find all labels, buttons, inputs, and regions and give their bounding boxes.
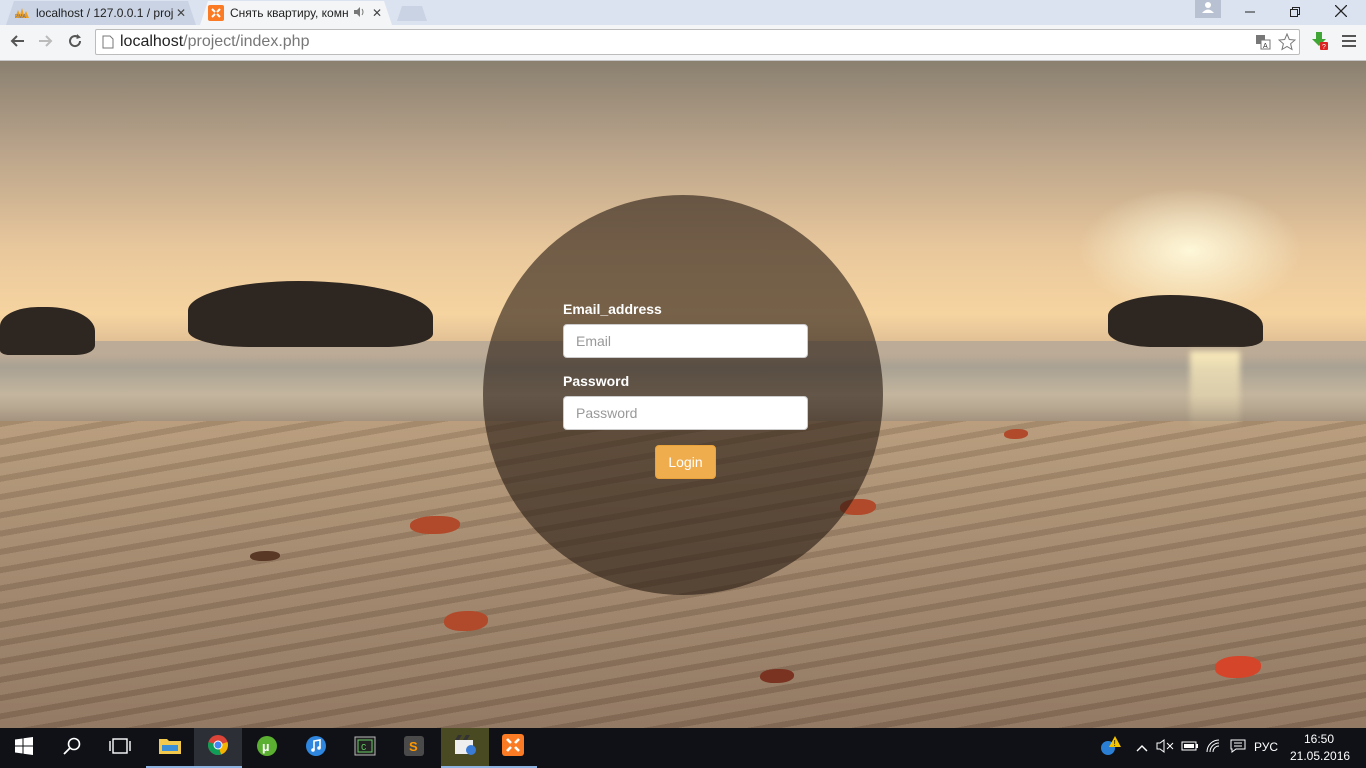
xampp-icon [502, 733, 524, 761]
taskbar-itunes[interactable] [292, 728, 340, 768]
browser-toolbar: localhost/project/index.php A ? [0, 25, 1366, 61]
battery-button[interactable] [1180, 738, 1200, 758]
tab-title: Снять квартиру, комн [230, 6, 349, 20]
tab-active[interactable]: Снять квартиру, комн ✕ [200, 1, 392, 25]
minimize-icon [1245, 4, 1255, 22]
translate-icon[interactable]: A [1251, 30, 1275, 54]
leaf [250, 551, 280, 561]
url-path: /project/index.php [183, 33, 310, 50]
windows-taskbar: µ C S ! РУС 16:50 21.05.2016 [0, 728, 1366, 768]
rock-left [0, 307, 95, 355]
windows-start-icon [15, 736, 33, 760]
close-icon [1334, 4, 1348, 22]
close-icon[interactable]: ✕ [174, 6, 188, 20]
reload-icon [67, 33, 83, 54]
login-button[interactable]: Login [655, 445, 716, 479]
menu-button[interactable] [1337, 31, 1361, 55]
phpmyadmin-icon: PMA [14, 5, 30, 21]
restore-button[interactable] [1272, 0, 1318, 25]
password-label: Password [563, 373, 630, 389]
chevron-up-icon [1136, 739, 1148, 757]
reload-button[interactable] [63, 31, 87, 55]
taskbar-xampp[interactable] [489, 728, 537, 768]
start-button[interactable] [0, 728, 48, 768]
task-view-button[interactable] [96, 728, 144, 768]
hamburger-menu-icon [1342, 34, 1356, 52]
forward-button[interactable] [34, 31, 58, 55]
restore-icon [1290, 4, 1300, 22]
back-arrow-icon [9, 33, 25, 54]
rock-right [1108, 295, 1263, 347]
tray-update-warning[interactable]: ! [1099, 735, 1121, 761]
clock-time: 16:50 [1303, 732, 1335, 746]
leaf [444, 611, 488, 631]
language-indicator[interactable]: РУС [1254, 740, 1278, 754]
file-explorer-icon [159, 736, 181, 759]
search-icon [63, 737, 81, 760]
media-icon [453, 734, 477, 761]
minimize-button[interactable] [1227, 0, 1273, 25]
taskbar-media[interactable] [441, 728, 489, 768]
taskbar-terminal[interactable]: C [341, 728, 389, 768]
bookmark-star-icon[interactable] [1275, 30, 1299, 54]
wifi-icon [1206, 739, 1222, 758]
clock[interactable]: 16:50 21.05.2016 [1290, 731, 1351, 765]
forward-arrow-icon [38, 33, 54, 54]
close-window-button[interactable] [1318, 0, 1364, 25]
svg-text:µ: µ [262, 739, 270, 754]
taskbar-file-explorer[interactable] [146, 728, 194, 768]
new-tab-button[interactable] [397, 6, 427, 21]
leaf [410, 516, 460, 534]
address-bar[interactable]: localhost/project/index.php A [95, 29, 1300, 55]
tab-title: localhost / 127.0.0.1 / proj [36, 6, 174, 20]
taskbar-utorrent[interactable]: µ [243, 728, 291, 768]
volume-muted-icon [1156, 738, 1174, 758]
chrome-icon [207, 734, 229, 761]
svg-text:A: A [1263, 43, 1268, 50]
tab-phpmyadmin[interactable]: PMA localhost / 127.0.0.1 / proj ✕ [6, 1, 196, 25]
svg-text:S: S [409, 739, 418, 754]
speaker-icon[interactable] [354, 6, 368, 20]
volume-button[interactable] [1155, 738, 1175, 758]
sublime-text-icon: S [403, 735, 425, 762]
close-icon[interactable]: ✕ [370, 6, 384, 20]
leaf [1004, 429, 1028, 439]
taskbar-sublime-text[interactable]: S [390, 728, 438, 768]
tab-strip: PMA localhost / 127.0.0.1 / proj ✕ Снять… [0, 0, 1366, 25]
svg-text:!: ! [1114, 739, 1116, 748]
leaf [1215, 656, 1261, 678]
extension-download-button[interactable]: ? [1307, 31, 1331, 55]
svg-text:C: C [361, 743, 367, 753]
svg-text:PMA: PMA [15, 14, 27, 19]
person-icon [1202, 0, 1214, 18]
task-view-icon [109, 737, 131, 759]
password-field[interactable] [563, 396, 808, 430]
battery-icon [1181, 739, 1199, 757]
sun-glare [1190, 351, 1240, 431]
login-form: Email_address Password Login [563, 301, 808, 479]
clock-date: 21.05.2016 [1290, 749, 1351, 763]
email-label: Email_address [563, 301, 662, 317]
svg-text:?: ? [1322, 44, 1326, 51]
page-icon [96, 35, 120, 49]
notification-icon [1230, 739, 1246, 758]
email-field[interactable] [563, 324, 808, 358]
taskbar-chrome[interactable] [194, 728, 242, 768]
itunes-icon [305, 735, 327, 762]
url-host: localhost [120, 33, 184, 50]
leaf [760, 669, 794, 683]
search-button[interactable] [48, 728, 96, 768]
back-button[interactable] [5, 31, 29, 55]
rock-center-left [188, 281, 433, 347]
show-hidden-icons-button[interactable] [1132, 738, 1152, 758]
profile-button[interactable] [1195, 0, 1221, 18]
download-extension-icon: ? [1309, 31, 1329, 56]
utorrent-icon: µ [256, 735, 278, 762]
warning-icon: ! [1099, 735, 1121, 761]
network-button[interactable] [1204, 738, 1224, 758]
xampp-icon [208, 5, 224, 21]
action-center-button[interactable] [1228, 738, 1248, 758]
url-text[interactable]: localhost/project/index.php [120, 33, 1251, 51]
terminal-icon: C [354, 736, 376, 761]
